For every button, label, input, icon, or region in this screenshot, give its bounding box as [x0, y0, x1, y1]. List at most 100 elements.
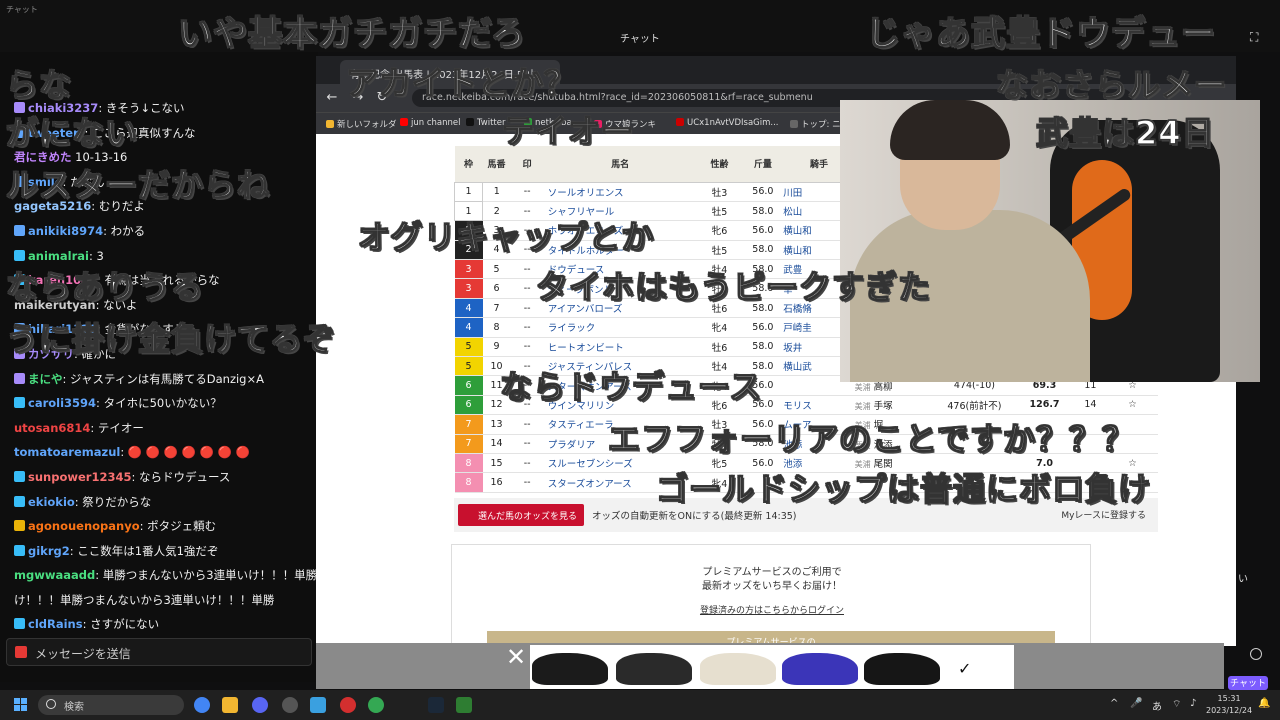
chat-message: tomatoaremazul: 🔴 🔴 🔴 🔴 🔴 🔴 🔴 [0, 440, 318, 465]
chat-username[interactable]: ekiokio [28, 495, 75, 509]
user-badge-icon [14, 544, 25, 556]
column-header: 性齢 [696, 146, 743, 183]
waku-number: 1 [453, 181, 484, 202]
clock-date: 2023/12/24 [1206, 706, 1253, 715]
chat-username[interactable]: animalrai [28, 249, 89, 263]
app-icon[interactable] [340, 697, 356, 713]
wifi-icon[interactable]: ⌔ [1172, 698, 1181, 711]
horse-name-link[interactable]: ヒートオンビート [543, 337, 697, 358]
chat-username[interactable]: tomatoaremazul [14, 445, 120, 459]
mark-select[interactable]: -- [510, 414, 544, 435]
trainer-name[interactable]: 手塚 [874, 401, 893, 412]
chat-username[interactable]: cldRains [28, 617, 83, 631]
jockey-link[interactable]: モリス [783, 395, 855, 416]
danmaku-comment: テイオー [501, 111, 635, 150]
chat-username[interactable]: agonouenopanyo [28, 519, 140, 533]
chat-text: : 🔴 🔴 🔴 🔴 🔴 🔴 🔴 [120, 445, 251, 460]
horse-number: 1 [482, 182, 511, 202]
odds-value: 126.7 [1015, 395, 1074, 416]
chrome-alt-icon[interactable] [368, 697, 384, 713]
horse-name-link[interactable]: ライラック [543, 317, 697, 338]
mark-select[interactable]: -- [510, 453, 544, 474]
notepad-icon[interactable] [310, 697, 326, 713]
chat-username[interactable]: caroli3594 [28, 396, 96, 410]
horse-name-link[interactable]: ソールオリエンス [543, 182, 697, 202]
horse-number: 9 [482, 337, 511, 358]
taskbar: 検索 ^ 🎤 あ ⌔ ♪ 15:31 2023/12/24 🔔 [0, 690, 1280, 720]
body-weight: 476(前計不) [933, 395, 1016, 416]
popout-icon[interactable]: ⛶ [1250, 30, 1264, 44]
chat-text: : 3 [88, 248, 104, 263]
mic-icon[interactable]: 🎤 [1130, 698, 1142, 709]
horse-number: 6 [482, 278, 511, 299]
mark-select[interactable]: -- [510, 317, 544, 338]
chat-username[interactable]: sunpower12345 [28, 470, 131, 484]
danmaku-comment: がにない [5, 113, 139, 152]
bookmark-item[interactable]: Twitter [466, 118, 506, 128]
horse-number: 5 [482, 259, 511, 280]
right-chat-snippet: い [1238, 574, 1248, 585]
bookmark-item[interactable]: UCx1nAvtVDIsaGim... [676, 118, 779, 128]
waku-number: 7 [454, 434, 483, 454]
clock[interactable]: 15:31 2023/12/24 [1206, 693, 1252, 717]
sex-age: 牡5 [696, 240, 743, 261]
bookmark-favicon-icon [400, 118, 408, 126]
chat-username[interactable]: gikrg2 [28, 544, 70, 558]
chat-message: caroli3594: タイホに50いかない？ [0, 391, 318, 416]
bookmark-item[interactable]: 新しいフォルダ [326, 118, 397, 130]
horse-number: 8 [482, 317, 511, 338]
chat-message: cldRains: さすがにない [0, 612, 318, 637]
settings-icon[interactable] [1250, 648, 1262, 660]
chat-username[interactable]: anikiki8974 [28, 224, 103, 238]
ad-close-icon[interactable]: ✕ [506, 643, 526, 671]
trainer-name[interactable]: 高柳 [874, 382, 893, 393]
mark-select[interactable]: -- [510, 182, 544, 202]
ime-indicator[interactable]: あ [1152, 698, 1162, 713]
sex-age: 牡5 [696, 201, 743, 222]
mark-select[interactable]: -- [510, 434, 544, 454]
waku-number: 3 [454, 278, 483, 299]
discord-icon[interactable] [252, 697, 268, 713]
favorite-icon[interactable]: ☆ [1106, 395, 1158, 416]
danmaku-comment: ならドウデュース [499, 367, 763, 406]
windows-start-icon[interactable] [14, 698, 28, 712]
steam-icon[interactable] [428, 697, 444, 713]
notification-icon[interactable]: 🔔 [1258, 698, 1270, 709]
chat-text: : 祭りだからな [74, 494, 152, 509]
mark-select[interactable]: -- [510, 337, 544, 358]
chat-username[interactable]: utosan6814 [14, 421, 90, 435]
danmaku-comment: うに掛け金負けてるぞ [5, 319, 337, 358]
bookmark-item[interactable]: jun channel [400, 118, 460, 128]
bookmark-label: jun channel [411, 118, 461, 128]
volume-icon[interactable]: ♪ [1190, 698, 1196, 709]
sex-age: 牡3 [696, 182, 743, 202]
danmaku-comment: アカイトとか？ [345, 63, 578, 102]
taskbar-search[interactable]: 検索 [38, 695, 184, 715]
chat-button[interactable]: チャット [1228, 676, 1268, 690]
chrome-icon[interactable] [194, 697, 210, 713]
danmaku-comment: 武豊は24日 [1035, 113, 1215, 152]
chat-message: gikrg2: ここ数年は1番人気1強だぞ [0, 539, 318, 564]
back-icon[interactable]: ← [324, 90, 340, 106]
send-message-input[interactable]: メッセージを送信 [6, 638, 312, 666]
mark-select[interactable]: -- [510, 472, 544, 493]
premium-box: プレミアムサービスのご利用で 最新オッズをいち早くお届け！ 登録済みの方はこちら… [451, 544, 1092, 651]
danmaku-comment: じゃあ武豊ドウデュー [865, 13, 1216, 54]
tray-chevron-icon[interactable]: ^ [1110, 698, 1118, 709]
horse-number: 13 [482, 414, 511, 435]
auto-update-toggle[interactable]: オッズの自動更新をONにする(最終更新 14:35) [592, 508, 797, 522]
ad-image-strip[interactable]: ✓ [530, 645, 1014, 689]
chat-message: mgwwaaadd: 単勝つまんないから3連単いけ！！！単勝 [0, 563, 318, 588]
horse-number: 7 [482, 298, 511, 319]
play-icon[interactable] [456, 697, 472, 713]
chat-text: : タイホに50いかない？ [96, 396, 222, 411]
chat-message: まにや: ジャスティンは有馬勝てるDanzig×A [0, 367, 318, 392]
chat-username[interactable]: mgwwaaadd [14, 568, 95, 582]
bookmark-favicon-icon [466, 118, 474, 126]
view-odds-button[interactable]: 選んだ馬のオッズを見る [458, 504, 584, 526]
login-link[interactable]: 登録済みの方はこちらからログイン [452, 603, 1092, 616]
obs-icon[interactable] [282, 697, 298, 713]
folder-icon[interactable] [222, 697, 238, 713]
shoe-image [616, 653, 692, 685]
chat-username[interactable]: まにや [28, 372, 63, 386]
